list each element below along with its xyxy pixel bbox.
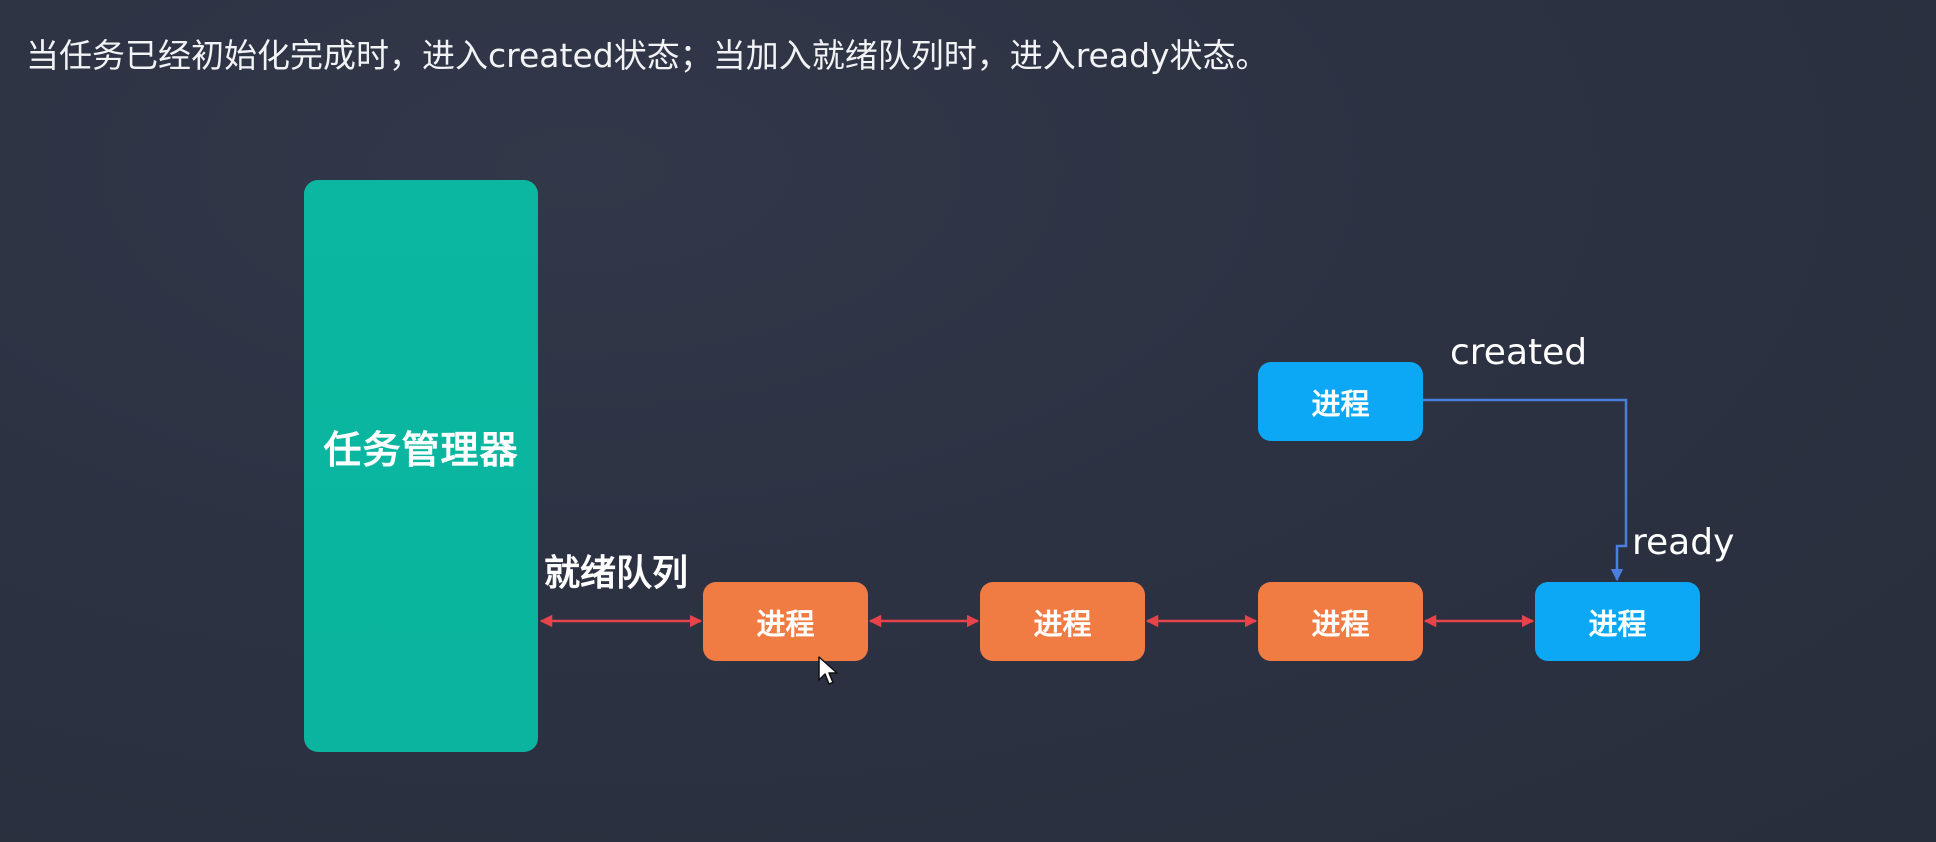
connector-layer [539, 398, 1628, 628]
process-node-1: 进程 [703, 582, 868, 661]
process-node-label: 进程 [756, 606, 815, 641]
created-state-label: created [1450, 332, 1588, 373]
ready-state-label: ready [1632, 522, 1735, 563]
process-node-3: 进程 [1258, 582, 1423, 661]
process-node-created: 进程 [1258, 362, 1423, 441]
process-node-2: 进程 [980, 582, 1145, 661]
created-to-ready-transition [1423, 398, 1628, 582]
mouse-pointer-icon [818, 656, 840, 692]
process-node-label: 进程 [1311, 386, 1370, 421]
process-node-ready: 进程 [1535, 582, 1700, 661]
process-node-label: 进程 [1033, 606, 1092, 641]
process-node-label: 进程 [1311, 606, 1370, 641]
process-node-label: 进程 [1588, 606, 1647, 641]
